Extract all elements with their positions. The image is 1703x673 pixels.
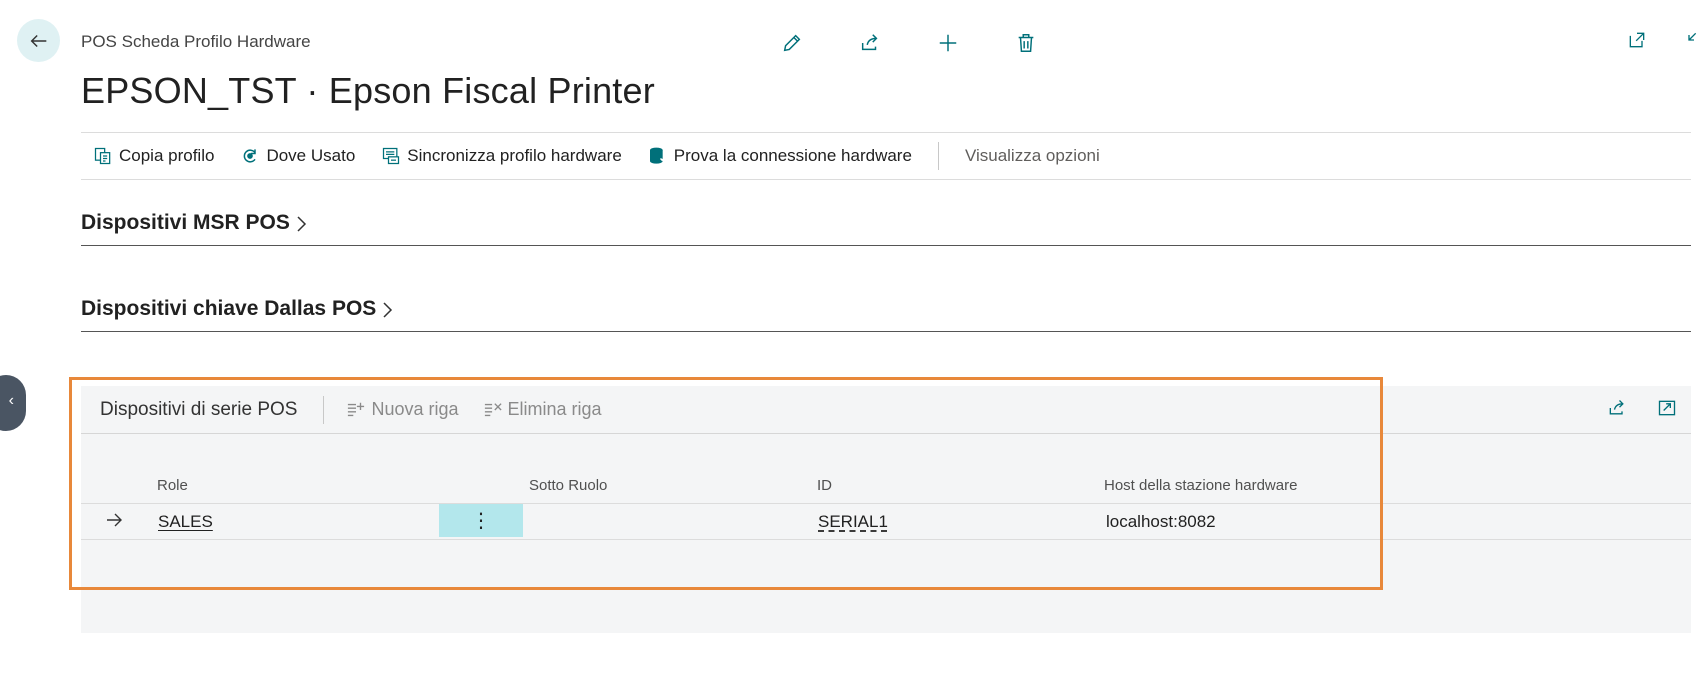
cell-host[interactable]: localhost:8082 <box>1106 512 1216 532</box>
test-connection-action[interactable]: Prova la connessione hardware <box>648 146 912 166</box>
column-header-sub-role[interactable]: Sotto Ruolo <box>529 477 607 494</box>
edit-button[interactable] <box>775 26 809 60</box>
section-dallas-title: Dispositivi chiave Dallas POS <box>81 296 377 320</box>
test-connection-label: Prova la connessione hardware <box>673 146 912 165</box>
part-separator <box>323 395 325 424</box>
corner-icons <box>1623 26 1703 54</box>
where-used-icon <box>244 149 257 163</box>
column-header-id[interactable]: ID <box>817 477 832 494</box>
share-icon <box>861 34 878 51</box>
edit-icon <box>783 34 801 52</box>
new-row-label: Nuova riga <box>371 399 459 419</box>
cell-role[interactable]: SALES <box>158 512 213 532</box>
share-icon <box>1609 400 1624 415</box>
arrow-left-icon <box>30 34 46 47</box>
sync-profile-action[interactable]: Sincronizza profilo hardware <box>381 146 622 166</box>
part-right-actions <box>1605 396 1679 420</box>
top-actions <box>775 26 1043 60</box>
new-row-icon <box>348 402 365 416</box>
column-header-host[interactable]: Host della stazione hardware <box>1104 477 1297 494</box>
open-new-window-button[interactable] <box>1623 26 1651 54</box>
action-bar: Copia profilo Dove Usato Sincronizza pro… <box>81 132 1691 180</box>
column-header-role[interactable]: Role <box>157 477 188 494</box>
expand-icon <box>1658 400 1676 416</box>
where-used-label: Dove Usato <box>266 146 356 165</box>
view-options-label: Visualizza opzioni <box>964 146 1100 165</box>
section-msr-title: Dispositivi MSR POS <box>81 210 290 234</box>
section-msr-devices[interactable]: Dispositivi MSR POS <box>81 200 1691 246</box>
chevron-right-icon <box>297 215 306 232</box>
cell-id[interactable]: SERIAL1 <box>818 512 888 532</box>
row-divider <box>81 539 1691 540</box>
collapse-button[interactable] <box>1675 26 1703 54</box>
chevron-left-icon: ‹ <box>8 392 14 409</box>
add-button[interactable] <box>931 26 965 60</box>
header-divider <box>81 503 1691 504</box>
serial-devices-part: Dispositivi di serie POS Nuova riga Elim… <box>81 386 1691 633</box>
chevron-right-icon <box>383 301 393 318</box>
action-separator <box>937 142 939 170</box>
delete-row-icon <box>484 402 502 416</box>
view-options-action[interactable]: Visualizza opzioni <box>965 146 1100 166</box>
new-row-button[interactable]: Nuova riga <box>346 399 459 420</box>
part-expand-button[interactable] <box>1655 396 1679 420</box>
database-check-icon <box>649 147 666 164</box>
page-title: EPSON_TST · Epson Fiscal Printer <box>81 70 655 111</box>
copy-profile-action[interactable]: Copia profilo <box>93 146 214 166</box>
serial-devices-title: Dispositivi di serie POS <box>100 398 298 420</box>
serial-devices-header: Dispositivi di serie POS Nuova riga Elim… <box>81 386 1691 434</box>
delete-row-label: Elimina riga <box>507 399 602 419</box>
delete-button[interactable] <box>1009 26 1043 60</box>
row-menu-button[interactable]: ⋮ <box>439 504 523 537</box>
delete-icon <box>1018 34 1034 52</box>
add-icon <box>939 34 957 52</box>
side-panel-toggle[interactable]: ‹ <box>0 375 26 431</box>
section-dallas-devices[interactable]: Dispositivi chiave Dallas POS <box>81 286 1691 332</box>
share-button[interactable] <box>853 26 887 60</box>
copy-icon <box>94 147 111 165</box>
copy-profile-label: Copia profilo <box>119 146 215 165</box>
breadcrumb: POS Scheda Profilo Hardware <box>81 32 311 51</box>
collapse-icon <box>1688 32 1697 41</box>
open-in-new-window-icon <box>1629 32 1645 48</box>
sync-hardware-icon <box>383 147 400 165</box>
back-button[interactable] <box>17 19 60 62</box>
sync-profile-label: Sincronizza profilo hardware <box>407 146 622 165</box>
part-share-button[interactable] <box>1605 396 1629 420</box>
delete-row-button[interactable]: Elimina riga <box>483 399 602 420</box>
arrow-right-icon <box>107 513 122 527</box>
where-used-action[interactable]: Dove Usato <box>240 146 355 166</box>
